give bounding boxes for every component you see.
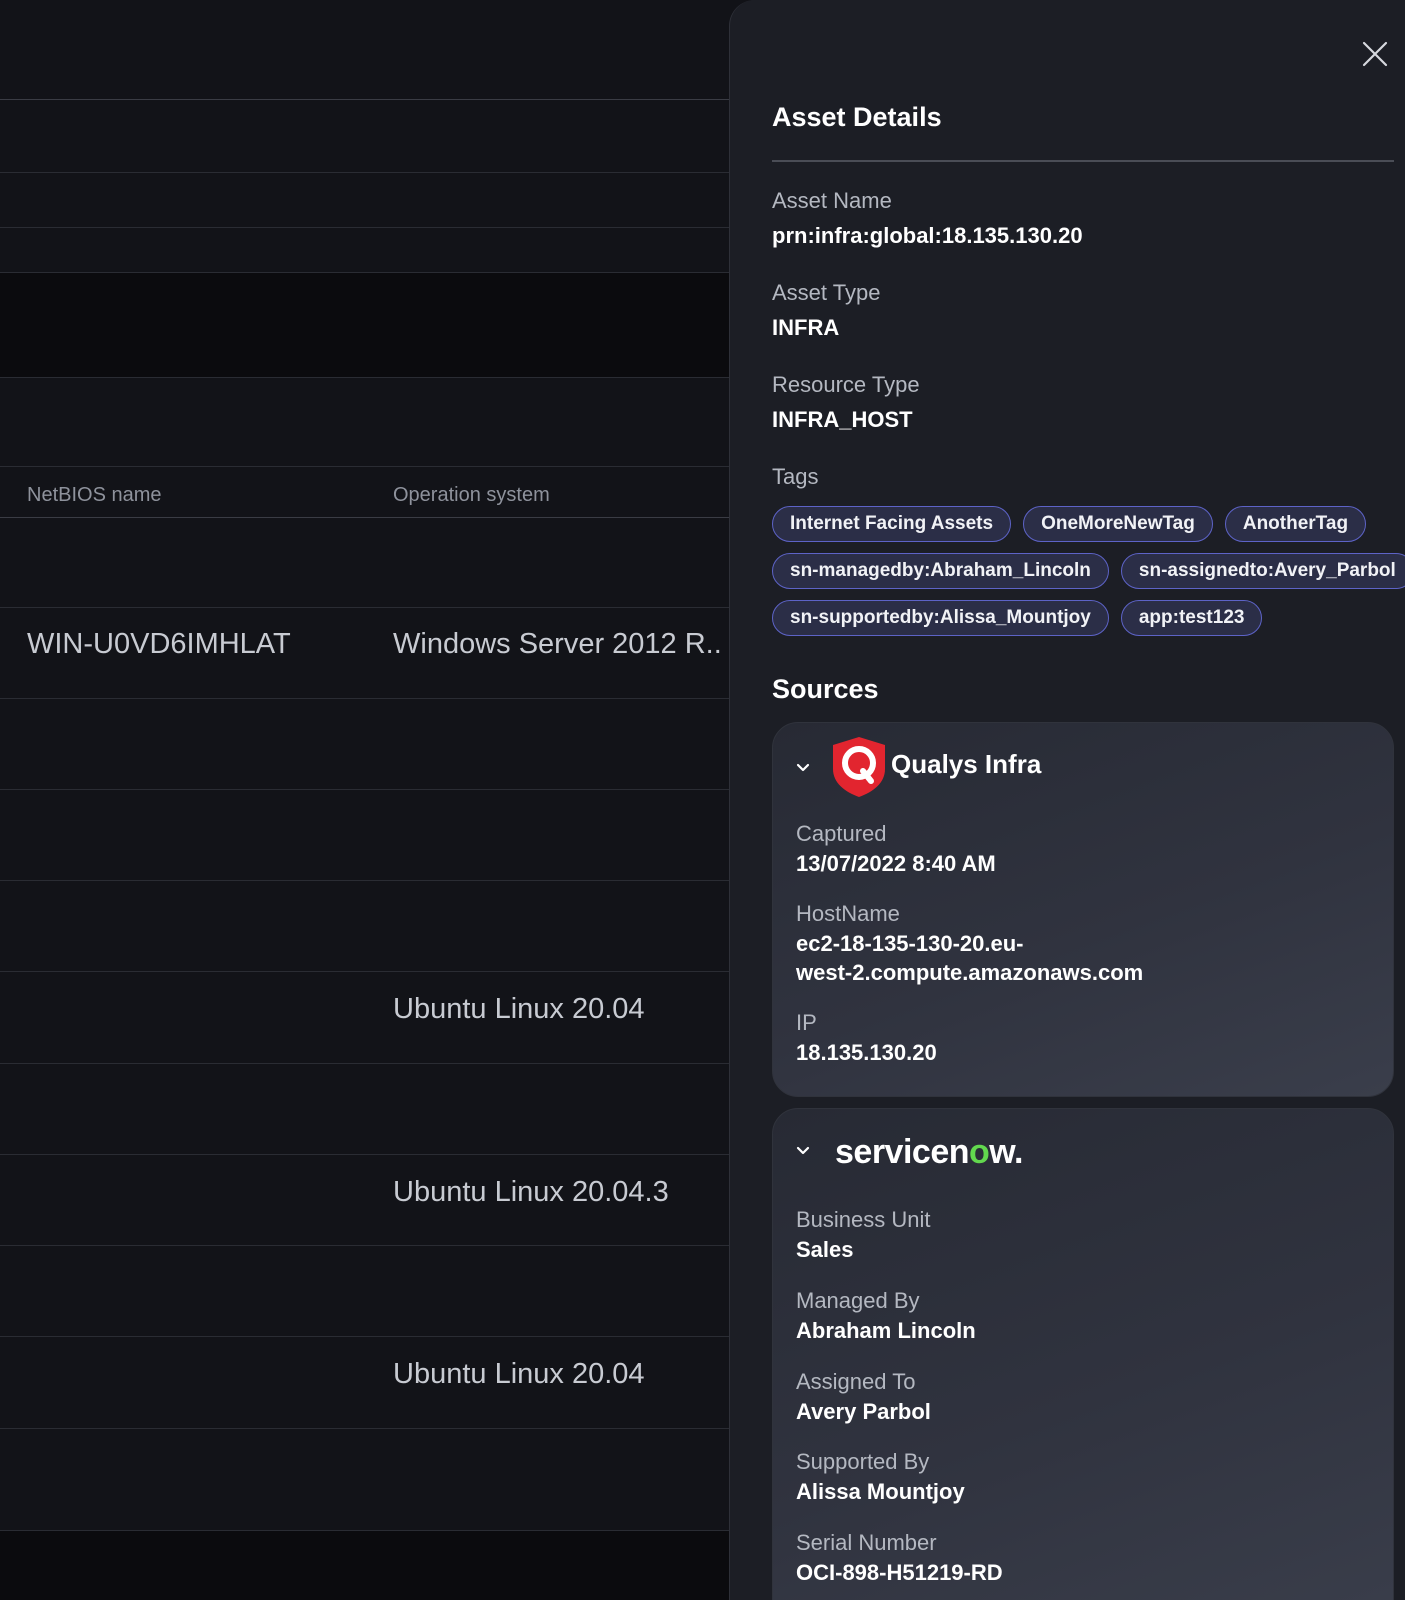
resource-type-label: Resource Type [772,372,920,397]
column-header-netbios[interactable]: NetBIOS name [27,484,162,507]
hostname-value-line1: ec2-18-135-130-20.eu- [796,931,1024,956]
close-icon [1362,41,1388,67]
captured-value: 13/07/2022 8:40 AM [796,851,996,876]
divider [0,607,730,608]
managed-by-value: Abraham Lincoln [796,1318,976,1343]
managed-by-label: Managed By [796,1288,920,1313]
divider [0,880,730,881]
divider [0,971,730,972]
table-cell-os[interactable]: Windows Server 2012 R.. [393,628,722,661]
tag-chip[interactable]: OneMoreNewTag [1023,506,1213,542]
asset-name-label: Asset Name [772,188,892,213]
divider [0,1245,730,1246]
assigned-to-value: Avery Parbol [796,1399,931,1424]
hostname-value-line2: west-2.compute.amazonaws.com [796,960,1144,985]
asset-name-value: prn:infra:global:18.135.130.20 [772,223,1083,248]
ip-value: 18.135.130.20 [796,1040,937,1065]
asset-table: NetBIOS name Operation system WIN-U0VD6I… [0,0,730,1600]
servicenow-logo-text: servicen [835,1133,970,1171]
divider [0,1428,730,1429]
servicenow-logo: servicenow. [835,1133,1023,1172]
table-cell-os[interactable]: Ubuntu Linux 20.04 [393,1358,645,1391]
asset-type-label: Asset Type [772,280,881,305]
hostname-label: HostName [796,901,900,926]
divider [0,789,730,790]
drawer-title: Asset Details [772,102,942,132]
tag-chip[interactable]: Internet Facing Assets [772,506,1012,542]
divider [0,466,730,467]
toolbar-band [0,273,730,377]
title-divider [772,160,1394,162]
resource-type-value: INFRA_HOST [772,407,913,432]
tag-chip[interactable]: AnotherTag [1224,506,1367,542]
servicenow-logo-o: o [969,1133,990,1171]
tag-row: sn-managedby:Abraham_Lincoln sn-assigned… [772,553,1405,589]
tag-list: Internet Facing Assets OneMoreNewTag Ano… [772,506,1405,647]
tag-chip[interactable]: sn-supportedby:Alissa_Mountjoy [772,600,1109,636]
qualys-logo-icon [833,737,885,797]
asset-details-drawer: Asset Details Asset Name prn:infra:globa… [729,0,1405,1600]
app-root: NetBIOS name Operation system WIN-U0VD6I… [0,0,1405,1600]
captured-label: Captured [796,821,887,846]
divider [0,172,730,173]
divider [0,1336,730,1337]
table-cell-os[interactable]: Ubuntu Linux 20.04.3 [393,1176,669,1209]
header-divider [0,517,730,518]
assigned-to-label: Assigned To [796,1369,916,1394]
qualys-source-name: Qualys Infra [891,749,1042,779]
divider [0,1154,730,1155]
asset-type-value: INFRA [772,315,840,340]
servicenow-logo-text-end: w. [989,1133,1023,1171]
close-button[interactable] [1359,38,1391,70]
footer-band [0,1531,730,1600]
table-cell-netbios[interactable]: WIN-U0VD6IMHLAT [27,628,291,661]
tag-chip[interactable]: app:test123 [1120,600,1263,636]
divider [0,99,730,100]
business-unit-label: Business Unit [796,1207,931,1232]
tag-chip[interactable]: sn-managedby:Abraham_Lincoln [772,553,1109,589]
column-header-os[interactable]: Operation system [393,484,550,507]
business-unit-value: Sales [796,1237,854,1262]
serial-number-label: Serial Number [796,1530,937,1555]
divider [0,377,730,378]
divider [0,1063,730,1064]
table-cell-os[interactable]: Ubuntu Linux 20.04 [393,993,645,1026]
tag-chip[interactable]: sn-assignedto:Avery_Parbol [1120,553,1405,589]
supported-by-value: Alissa Mountjoy [796,1479,965,1504]
supported-by-label: Supported By [796,1449,930,1474]
divider [0,227,730,228]
tags-label: Tags [772,464,819,489]
chevron-down-icon[interactable] [795,759,811,775]
tag-row: sn-supportedby:Alissa_Mountjoy app:test1… [772,600,1402,636]
tag-row: Internet Facing Assets OneMoreNewTag Ano… [772,506,1402,542]
divider [0,698,730,699]
sources-heading: Sources [772,674,879,704]
ip-label: IP [796,1010,817,1035]
serial-number-value: OCI-898-H51219-RD [796,1560,1003,1585]
chevron-down-icon[interactable] [795,1142,811,1158]
source-card-servicenow: servicenow. Business Unit Sales Managed … [772,1108,1394,1600]
source-card-qualys: Qualys Infra Captured 13/07/2022 8:40 AM… [772,722,1394,1097]
